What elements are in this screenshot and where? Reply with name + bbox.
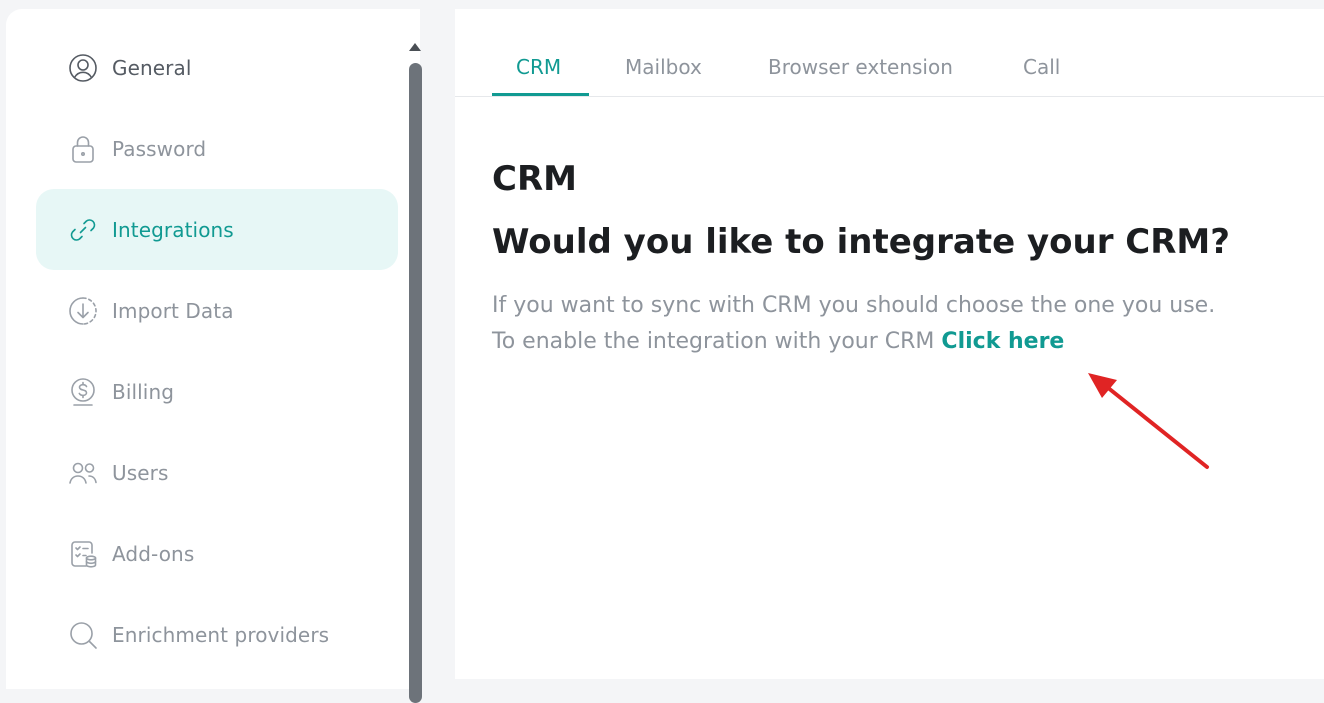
- description-line-1: If you want to sync with CRM you should …: [492, 293, 1216, 318]
- annotation-arrow-icon: [1088, 373, 1209, 469]
- sidebar-item-label: Password: [112, 136, 207, 161]
- scroll-up-arrow-icon[interactable]: [409, 43, 421, 51]
- tab-call[interactable]: Call: [1023, 55, 1060, 79]
- sidebar-item-label: Billing: [112, 379, 175, 404]
- click-here-link[interactable]: Click here: [941, 329, 1064, 354]
- dollar-coin-icon: [66, 375, 100, 409]
- download-icon: [66, 294, 100, 328]
- description-line-2: To enable the integration with your CRM …: [492, 329, 1064, 354]
- settings-sidebar: General Password Integrations Import Dat…: [6, 9, 422, 703]
- sidebar-item-label: Add-ons: [112, 541, 195, 566]
- sidebar-item-users[interactable]: Users: [36, 432, 398, 513]
- section-title: CRM: [492, 159, 577, 199]
- link-icon: [66, 213, 100, 247]
- checklist-icon: [66, 537, 100, 571]
- sidebar-item-label: Import Data: [112, 298, 234, 323]
- description-line-2-text: To enable the integration with your CRM: [492, 329, 942, 354]
- tab-bar: CRM Mailbox Browser extension Call: [455, 9, 1324, 97]
- tab-browser-extension[interactable]: Browser extension: [768, 55, 953, 79]
- sidebar-item-integrations[interactable]: Integrations: [36, 189, 398, 270]
- lock-icon: [66, 132, 100, 166]
- sidebar-scrollbar[interactable]: [404, 35, 426, 703]
- sidebar-item-import-data[interactable]: Import Data: [36, 270, 398, 351]
- sidebar-item-label: General: [112, 55, 192, 80]
- tab-crm[interactable]: CRM: [516, 55, 561, 79]
- user-circle-icon: [66, 51, 100, 85]
- sidebar-item-label: Users: [112, 460, 169, 485]
- section-heading: Would you like to integrate your CRM?: [492, 222, 1230, 262]
- search-icon: [66, 618, 100, 652]
- sidebar-item-general[interactable]: General: [36, 27, 398, 108]
- sidebar-item-enrichment-providers[interactable]: Enrichment providers: [36, 594, 398, 675]
- tab-mailbox[interactable]: Mailbox: [625, 55, 702, 79]
- active-tab-indicator: [492, 93, 589, 96]
- sidebar-item-password[interactable]: Password: [36, 108, 398, 189]
- sidebar-item-add-ons[interactable]: Add-ons: [36, 513, 398, 594]
- sidebar-item-label: Integrations: [112, 217, 234, 242]
- integrations-panel: CRM Mailbox Browser extension Call CRM W…: [455, 9, 1324, 679]
- sidebar-item-billing[interactable]: Billing: [36, 351, 398, 432]
- scrollbar-thumb[interactable]: [409, 63, 422, 703]
- sidebar-item-label: Enrichment providers: [112, 622, 330, 647]
- users-icon: [66, 456, 100, 490]
